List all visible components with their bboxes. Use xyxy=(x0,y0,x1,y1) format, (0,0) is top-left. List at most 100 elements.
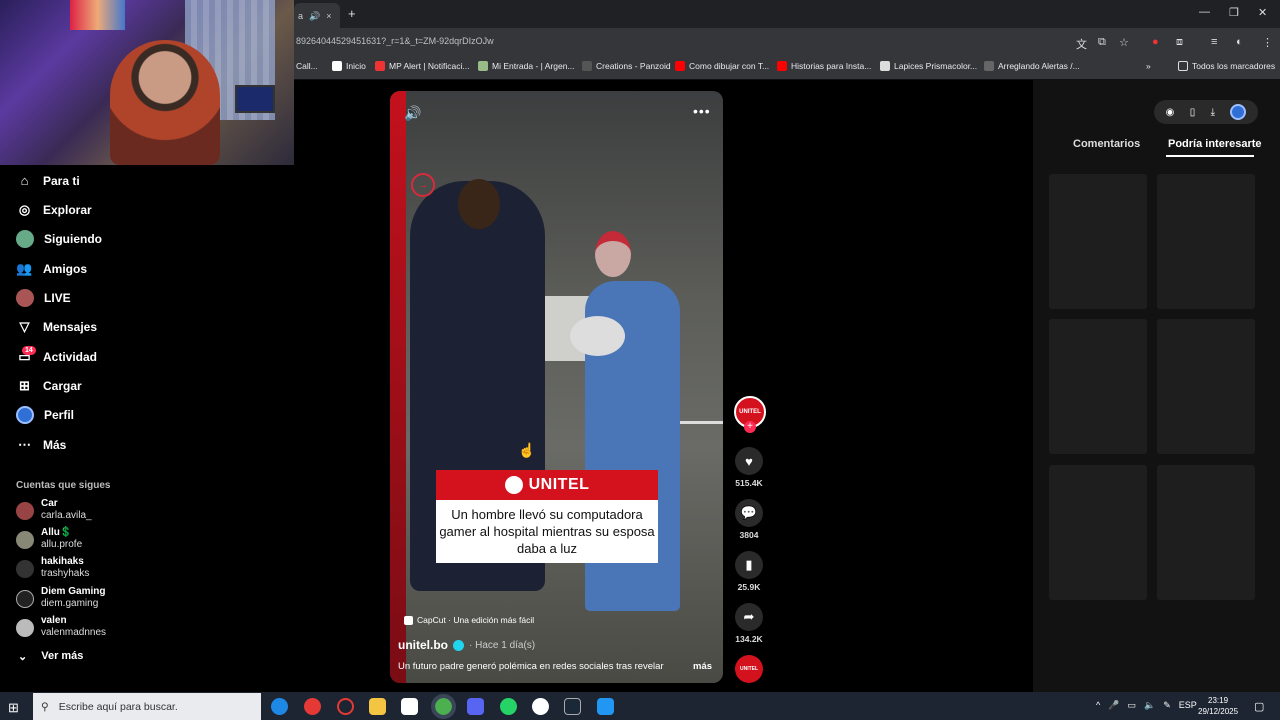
recommended-thumbnail[interactable] xyxy=(1049,319,1147,454)
media-control-icon[interactable]: ≡ xyxy=(1211,36,1217,48)
tab-interest[interactable]: Podría interesarte xyxy=(1168,138,1262,150)
nav-para-ti[interactable]: ⌂ Para ti xyxy=(16,172,80,189)
followed-account[interactable]: valen valenmadnnes xyxy=(16,615,106,639)
recommended-thumbnail[interactable] xyxy=(1157,174,1255,309)
mobile-icon[interactable]: ▯ xyxy=(1190,107,1196,118)
bookmark-item[interactable]: MP Alert | Notificaci... xyxy=(375,61,469,71)
music-disc-icon[interactable]: UNITEL xyxy=(735,655,763,683)
nav-perfil[interactable]: Perfil xyxy=(16,406,74,424)
network-icon[interactable]: ▭ xyxy=(1127,700,1136,711)
language-indicator[interactable]: ESP xyxy=(1179,700,1197,711)
nav-explorar[interactable]: ◎ Explorar xyxy=(16,201,92,218)
menu-kebab-icon[interactable]: ⋮ xyxy=(1262,36,1273,49)
discord-icon[interactable] xyxy=(467,698,484,715)
see-more-button[interactable]: ⌄ Ver más xyxy=(18,650,83,663)
browser-tab[interactable]: a 🔊 × xyxy=(294,3,340,28)
video-baby xyxy=(570,316,625,356)
minimize-button[interactable]: — xyxy=(1199,6,1210,18)
user-avatar[interactable] xyxy=(1230,104,1247,120)
recommended-thumbnail[interactable] xyxy=(1157,319,1255,454)
nav-mas[interactable]: ⋯ Más xyxy=(16,436,66,453)
comment-icon[interactable]: 💬 xyxy=(735,499,763,527)
video-author[interactable]: unitel.bo · Hace 1 día(s) xyxy=(398,638,535,652)
caption-text: Un hombre llevó su computadora gamer al … xyxy=(439,507,655,556)
bookmark-item[interactable]: Mi Entrada - | Argen... xyxy=(478,61,575,71)
profile-icon[interactable]: ◐ xyxy=(1236,36,1243,48)
chrome-icon[interactable] xyxy=(431,694,456,719)
share-action[interactable]: ➦ 134.2K xyxy=(733,603,765,644)
opera-gx-icon[interactable] xyxy=(304,698,321,715)
all-bookmarks-button[interactable]: Todos los marcadores xyxy=(1178,61,1275,71)
followed-account[interactable]: hakihaks trashyhaks xyxy=(16,556,89,580)
follow-plus-icon[interactable]: + xyxy=(744,421,756,433)
nav-amigos[interactable]: 👥 Amigos xyxy=(16,260,87,277)
tab-audio-icon[interactable]: 🔊 xyxy=(309,11,320,28)
nav-mensajes[interactable]: ▽ Mensajes xyxy=(16,318,98,335)
clock[interactable]: 23:19 29/12/2025 xyxy=(1198,695,1238,717)
nav-live[interactable]: LIVE xyxy=(16,289,71,307)
comment-action[interactable]: 💬 3804 xyxy=(733,499,765,540)
bookmark-item[interactable]: Lapices Prismacolor... xyxy=(880,61,977,71)
recommended-thumbnail[interactable] xyxy=(1049,174,1147,309)
steam-icon[interactable] xyxy=(564,698,581,715)
live-avatar xyxy=(16,289,34,307)
tab-comments[interactable]: Comentarios xyxy=(1073,138,1140,150)
bookmark-item[interactable]: Arreglando Alertas /... xyxy=(984,61,1080,71)
notifications-icon[interactable]: ▢ xyxy=(1254,700,1264,713)
nav-siguiendo[interactable]: Siguiendo xyxy=(16,230,102,248)
new-tab-button[interactable]: + xyxy=(348,6,356,21)
followed-account[interactable]: Car carla.avila_ xyxy=(16,498,92,522)
like-action[interactable]: ♥ 515.4K xyxy=(733,447,765,488)
coins-icon[interactable]: ◉ xyxy=(1166,107,1175,118)
bookmark-icon[interactable]: ▮ xyxy=(735,551,763,579)
bookmark-item[interactable]: Historias para Insta... xyxy=(777,61,871,71)
share-icon[interactable]: ➦ xyxy=(735,603,763,631)
bookmark-item[interactable]: Call... xyxy=(296,61,318,71)
obs-icon[interactable] xyxy=(532,698,549,715)
volume-icon[interactable]: 🔊 xyxy=(404,105,421,122)
extension-record-icon[interactable]: ● xyxy=(1152,36,1159,48)
followed-account[interactable]: Allu💲 allu.profe xyxy=(16,527,82,551)
bookmark-item[interactable]: Inicio xyxy=(332,61,366,71)
heart-icon[interactable]: ♥ xyxy=(735,447,763,475)
followed-account[interactable]: Diem Gaming diem.gaming xyxy=(16,586,105,610)
bookmark-star-icon[interactable]: ☆ xyxy=(1119,36,1129,49)
tray-chevron-icon[interactable]: ^ xyxy=(1096,700,1100,711)
windows-start-icon[interactable]: ⊞ xyxy=(8,700,19,716)
bookmark-item[interactable]: Como dibujar con T... xyxy=(675,61,769,71)
microphone-icon[interactable]: 🎤 xyxy=(1108,700,1119,711)
opera-icon[interactable] xyxy=(337,698,354,715)
recommended-thumbnail[interactable] xyxy=(1157,465,1255,600)
paint-app-icon[interactable] xyxy=(597,698,614,715)
install-app-icon[interactable]: ⧉ xyxy=(1098,36,1106,49)
friends-icon: 👥 xyxy=(16,260,33,276)
tab-close-icon[interactable]: × xyxy=(326,11,331,28)
restore-button[interactable]: ❐ xyxy=(1229,6,1239,19)
folder-icon xyxy=(1178,61,1188,71)
recommended-thumbnail[interactable] xyxy=(1049,465,1147,600)
description-more-button[interactable]: más xyxy=(693,661,712,672)
pen-icon[interactable]: ✎ xyxy=(1163,700,1171,711)
whatsapp-icon[interactable] xyxy=(500,698,517,715)
translate-icon[interactable]: 文 xyxy=(1076,36,1087,52)
save-action[interactable]: ▮ 25.9K xyxy=(733,551,765,592)
download-icon[interactable]: ⤓ xyxy=(1211,107,1215,118)
nav-cargar[interactable]: ⊞ Cargar xyxy=(16,377,82,394)
video-player[interactable] xyxy=(390,91,723,683)
file-explorer-icon[interactable] xyxy=(369,698,386,715)
bookmark-item[interactable]: Creations - Panzoid xyxy=(582,61,671,71)
video-man-head xyxy=(458,179,500,229)
search-icon: ⚲ xyxy=(41,700,49,713)
speaker-icon[interactable]: 🔈 xyxy=(1144,700,1155,711)
edge-icon[interactable] xyxy=(271,698,288,715)
avatar xyxy=(16,619,34,637)
capcut-link[interactable]: CapCut · Una edición más fácil xyxy=(404,615,534,625)
url-field[interactable]: 89264044529451631?_r=1&_t=ZM-92dqrDIzOJw xyxy=(296,36,696,46)
taskbar-search[interactable]: ⚲ Escribe aquí para buscar. xyxy=(33,693,261,720)
store-icon[interactable] xyxy=(401,698,418,715)
alert-icon xyxy=(984,61,994,71)
video-more-icon[interactable]: ••• xyxy=(693,103,711,119)
close-window-button[interactable]: ✕ xyxy=(1258,6,1267,19)
bookmarks-overflow-button[interactable]: » xyxy=(1146,61,1151,71)
extensions-icon[interactable]: ⧈ xyxy=(1176,36,1183,49)
